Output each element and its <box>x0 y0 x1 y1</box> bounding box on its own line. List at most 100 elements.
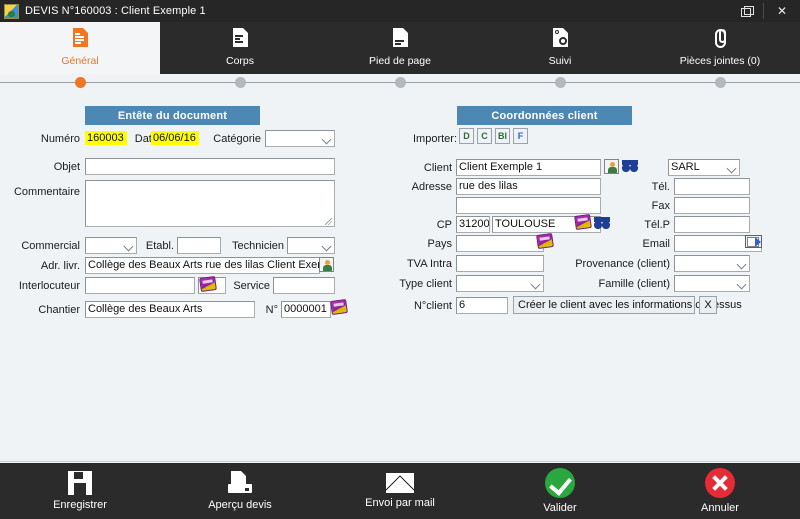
type-client-select[interactable] <box>456 275 544 292</box>
entete-section-header: Entête du document <box>85 106 260 125</box>
stepper <box>0 74 800 92</box>
pays-input[interactable] <box>456 235 544 252</box>
chantier-num-label: N° <box>265 304 278 316</box>
chantier-book-icon[interactable] <box>330 298 348 316</box>
pays-book-icon[interactable] <box>536 232 554 250</box>
interlocuteur-label: Interlocuteur <box>18 280 80 292</box>
tab-pieces-jointes-label: Pièces jointes (0) <box>679 55 761 67</box>
etabl-input[interactable] <box>177 237 221 254</box>
annuler-label: Annuler <box>701 502 739 514</box>
tab-suivi-label: Suivi <box>548 55 572 67</box>
provenance-select[interactable] <box>674 255 750 272</box>
fax-label: Fax <box>651 200 670 212</box>
devis-window: DEVIS N°160003 : Client Exemple 1 ✕ Géné… <box>0 0 800 519</box>
client-search-binoculars-icon[interactable] <box>622 160 638 173</box>
pays-label: Pays <box>427 238 452 250</box>
window-controls: ✕ <box>727 0 800 22</box>
commentaire-label: Commentaire <box>13 186 80 198</box>
objet-input[interactable] <box>85 158 335 175</box>
stepper-node-3[interactable] <box>394 77 406 88</box>
valider-button[interactable]: Valider <box>480 463 640 519</box>
email-send-icon[interactable] <box>745 235 762 248</box>
document-orange-icon <box>68 27 92 53</box>
adr-livr-label: Adr. livr. <box>40 260 80 272</box>
nclient-label: N°client <box>413 300 452 312</box>
cp-label: CP <box>436 219 452 231</box>
stepper-node-4[interactable] <box>554 77 566 88</box>
chantier-num-input[interactable]: 0000001 <box>281 301 331 318</box>
famille-label: Famille (client) <box>598 278 670 290</box>
commentaire-textarea[interactable] <box>85 180 335 227</box>
client-input[interactable]: Client Exemple 1 <box>456 159 601 176</box>
creer-client-button[interactable]: Créer le client avec les informations ci… <box>513 296 742 314</box>
restore-window-button[interactable] <box>727 0 763 22</box>
close-window-button[interactable]: ✕ <box>764 0 800 22</box>
document-lines-icon <box>228 27 252 53</box>
adresse-input[interactable]: rue des lilas <box>456 178 601 195</box>
green-check-icon <box>545 468 575 498</box>
client-person-icon[interactable] <box>604 159 619 174</box>
service-label: Service <box>233 280 270 292</box>
tab-suivi[interactable]: Suivi <box>480 22 640 74</box>
importer-button-bl[interactable]: Bl <box>495 128 510 144</box>
bottom-toolbar: Enregistrer Aperçu devis Envoi par mail … <box>0 463 800 519</box>
envoi-par-mail-button[interactable]: Envoi par mail <box>320 463 480 519</box>
paperclip-icon <box>708 27 732 53</box>
chantier-input[interactable]: Collège des Beaux Arts <box>85 301 255 318</box>
tab-general[interactable]: Général <box>0 22 160 74</box>
valider-label: Valider <box>543 502 577 514</box>
creer-client-close-button[interactable]: X <box>699 296 717 314</box>
nclient-input[interactable]: 6 <box>456 297 508 314</box>
stepper-node-5[interactable] <box>714 77 726 88</box>
date-value[interactable]: 06/06/16 <box>151 131 199 145</box>
importer-button-f[interactable]: F <box>513 128 528 144</box>
chevron-down-icon <box>736 259 747 270</box>
cp-input[interactable]: 31200 <box>456 216 490 233</box>
cp-book-icon[interactable] <box>574 213 592 231</box>
red-cross-icon <box>705 468 735 498</box>
printer-preview-icon <box>227 471 253 495</box>
resize-grip-icon[interactable] <box>325 218 332 225</box>
tab-pieces-jointes[interactable]: Pièces jointes (0) <box>640 22 800 74</box>
importer-button-d[interactable]: D <box>459 128 474 144</box>
annuler-button[interactable]: Annuler <box>640 463 800 519</box>
tab-pied-de-page[interactable]: Pied de page <box>320 22 480 74</box>
forme-juridique-value: SARL <box>671 161 700 173</box>
commercial-select[interactable] <box>85 237 137 254</box>
forme-juridique-select[interactable]: SARL <box>668 159 740 176</box>
importer-button-c[interactable]: C <box>477 128 492 144</box>
technicien-label: Technicien <box>232 240 284 252</box>
adr-livr-input[interactable]: Collège des Beaux Arts rue des lilas Cli… <box>85 257 320 274</box>
interlocuteur-book-icon[interactable] <box>199 275 217 293</box>
app-icon <box>4 3 19 19</box>
email-label: Email <box>642 238 670 250</box>
apercu-devis-button[interactable]: Aperçu devis <box>160 463 320 519</box>
tab-corps[interactable]: Corps <box>160 22 320 74</box>
stepper-node-1[interactable] <box>74 77 86 88</box>
etabl-label: Etabl. <box>145 240 174 252</box>
tel-input[interactable] <box>674 178 750 195</box>
stepper-node-2[interactable] <box>234 77 246 88</box>
type-client-label: Type client <box>399 278 452 290</box>
chantier-label: Chantier <box>38 304 80 316</box>
technicien-select[interactable] <box>287 237 335 254</box>
chevron-down-icon <box>726 163 737 174</box>
fax-input[interactable] <box>674 197 750 214</box>
famille-select[interactable] <box>674 275 750 292</box>
telp-input[interactable] <box>674 216 750 233</box>
objet-label: Objet <box>53 161 80 173</box>
adresse2-input[interactable] <box>456 197 601 214</box>
cp-search-binoculars-icon[interactable] <box>594 217 610 230</box>
tva-input[interactable] <box>456 255 544 272</box>
categorie-select[interactable] <box>265 130 335 147</box>
adr-livr-person-icon[interactable] <box>319 257 334 272</box>
provenance-label: Provenance (client) <box>575 258 670 270</box>
chevron-down-icon <box>321 241 332 252</box>
chevron-down-icon <box>321 134 332 145</box>
interlocuteur-input[interactable] <box>85 277 195 294</box>
numero-value[interactable]: 160003 <box>85 131 127 145</box>
window-title: DEVIS N°160003 : Client Exemple 1 <box>25 5 206 17</box>
service-input[interactable] <box>273 277 335 294</box>
enregistrer-button[interactable]: Enregistrer <box>0 463 160 519</box>
apercu-devis-label: Aperçu devis <box>208 499 272 511</box>
